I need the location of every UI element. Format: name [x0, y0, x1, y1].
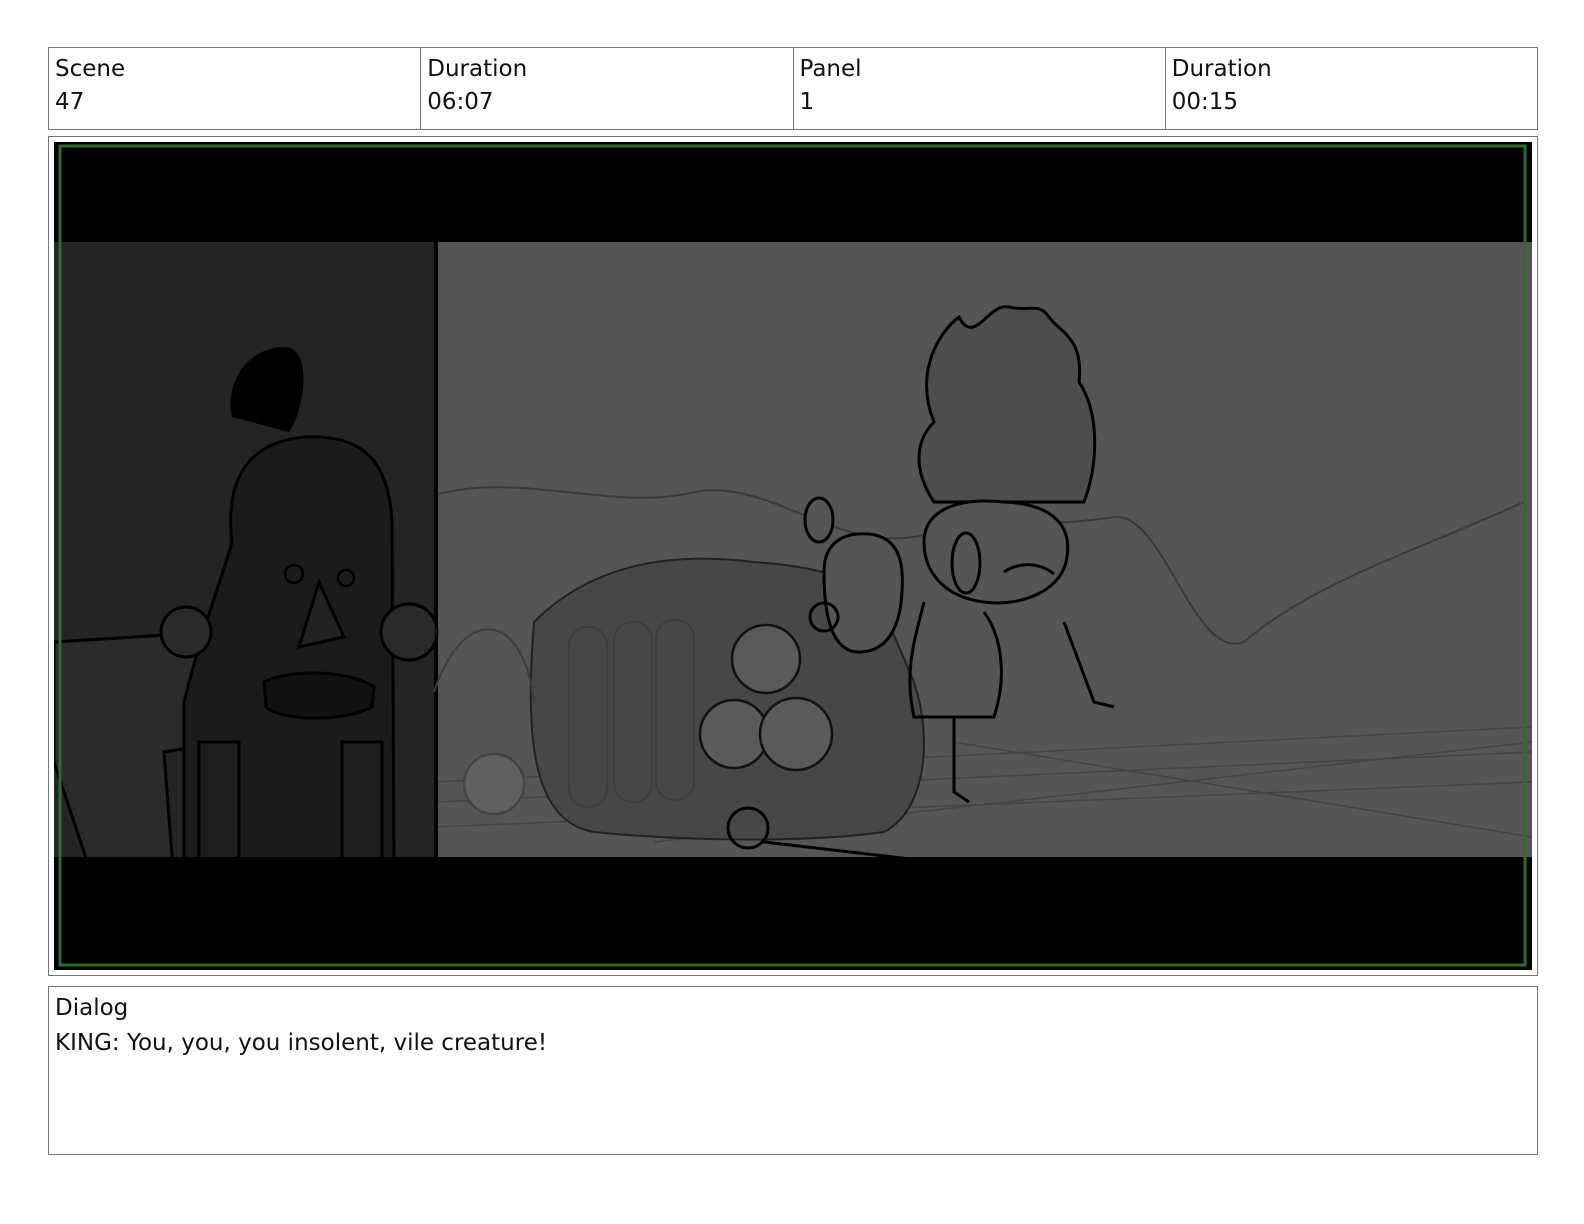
letterbox-bottom [54, 857, 1532, 970]
panel-value: 1 [799, 89, 815, 115]
dialog-label: Dialog [55, 995, 129, 1021]
storyboard-panel [48, 136, 1538, 976]
scene-duration-label: Duration [427, 56, 528, 82]
storyboard-sketch [54, 142, 1532, 970]
dialog-box: Dialog KING: You, you, you insolent, vil… [48, 986, 1538, 1155]
scene-duration-value: 06:07 [427, 89, 494, 115]
letterbox-top [54, 142, 1532, 242]
scene-label: Scene [55, 56, 126, 82]
scene-value: 47 [55, 89, 85, 115]
scene-cell: Scene 47 [49, 48, 422, 129]
panel-duration-value: 00:15 [1171, 89, 1239, 115]
scene-duration-cell: Duration 06:07 [421, 48, 794, 129]
dialog-text: KING: You, you, you insolent, vile creat… [55, 1030, 548, 1056]
panel-duration-cell: Duration 00:15 [1166, 48, 1537, 129]
panel-cell: Panel 1 [794, 48, 1166, 129]
panel-header: Scene 47 Duration 06:07 Panel 1 Duration… [48, 47, 1538, 130]
panel-duration-label: Duration [1171, 56, 1272, 82]
panel-label: Panel [799, 56, 862, 82]
